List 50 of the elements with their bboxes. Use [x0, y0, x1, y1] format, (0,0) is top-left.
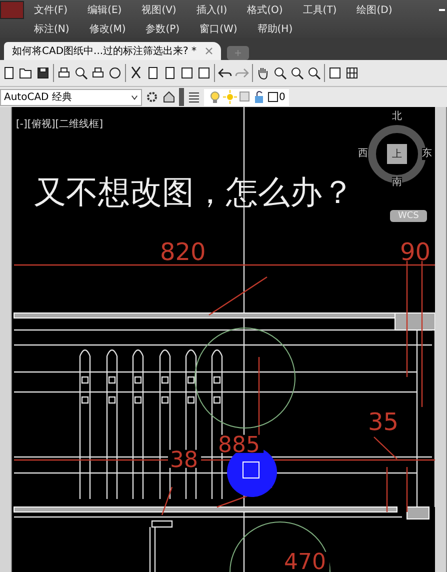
menu-item[interactable]: 插入(I): [196, 2, 228, 16]
save-icon[interactable]: [36, 66, 50, 80]
dimension-text: 35: [368, 408, 399, 436]
layer-name[interactable]: 0: [279, 92, 286, 102]
house-icon[interactable]: [162, 90, 176, 104]
layers-icon[interactable]: [187, 90, 201, 104]
preview-icon[interactable]: [74, 66, 88, 80]
menu-item[interactable]: 参数(P): [146, 22, 180, 36]
plus-icon: [234, 49, 242, 57]
printer-icon[interactable]: [57, 66, 71, 80]
compass-label[interactable]: 西: [358, 148, 368, 160]
folder-icon[interactable]: [19, 66, 33, 80]
menu-item[interactable]: 文件(F): [34, 2, 68, 16]
menu-item[interactable]: 修改(M): [89, 22, 126, 36]
dimension-text: 90: [400, 238, 431, 266]
dimension-text: 820: [160, 238, 206, 266]
menu-item[interactable]: 帮助(H): [257, 22, 293, 36]
cube-face[interactable]: 上: [387, 144, 407, 164]
compass-label[interactable]: 北: [392, 111, 402, 123]
new-tab-button[interactable]: [226, 46, 249, 60]
settings-icon[interactable]: [145, 90, 159, 104]
caret-icon: [131, 94, 138, 100]
zoom-previous-icon[interactable]: [307, 66, 321, 80]
pickbox-cursor: [242, 462, 260, 478]
zoom-icon[interactable]: [273, 66, 287, 80]
menu-item[interactable]: 格式(O): [247, 2, 283, 16]
menu-item[interactable]: 窗口(W): [200, 22, 238, 36]
undo-icon[interactable]: [218, 66, 232, 80]
dimension-text: 885: [218, 433, 260, 458]
document-tab[interactable]: 如何将CAD图纸中...过的标注筛选出来? *: [4, 42, 221, 60]
menu-item[interactable]: 绘图(D): [356, 2, 392, 16]
color-swatch: [268, 92, 278, 102]
close-icon[interactable]: [204, 47, 213, 55]
toolbar-grip[interactable]: [179, 88, 184, 106]
dimension-text: 470: [284, 550, 326, 572]
zoom-window-icon[interactable]: [290, 66, 304, 80]
lightbulb-icon[interactable]: [208, 90, 222, 104]
grid-icon[interactable]: [345, 66, 359, 80]
menu-item[interactable]: 视图(V): [142, 2, 176, 16]
compass-label[interactable]: 南: [392, 177, 402, 189]
menu-item[interactable]: 工具(T): [302, 2, 337, 16]
compass-label[interactable]: 东: [422, 148, 432, 160]
workspace-dropdown[interactable]: AutoCAD 经典: [0, 88, 142, 106]
hand-icon[interactable]: [256, 66, 270, 80]
viewport-label[interactable]: [-][俯视][二维线框]: [16, 117, 104, 131]
menu-item[interactable]: 标注(N): [34, 22, 70, 36]
document-icon[interactable]: [2, 66, 16, 80]
dimension-text: 38: [170, 448, 198, 473]
scissors-icon[interactable]: [129, 66, 143, 80]
menu-item[interactable]: 编辑(E): [88, 2, 122, 16]
